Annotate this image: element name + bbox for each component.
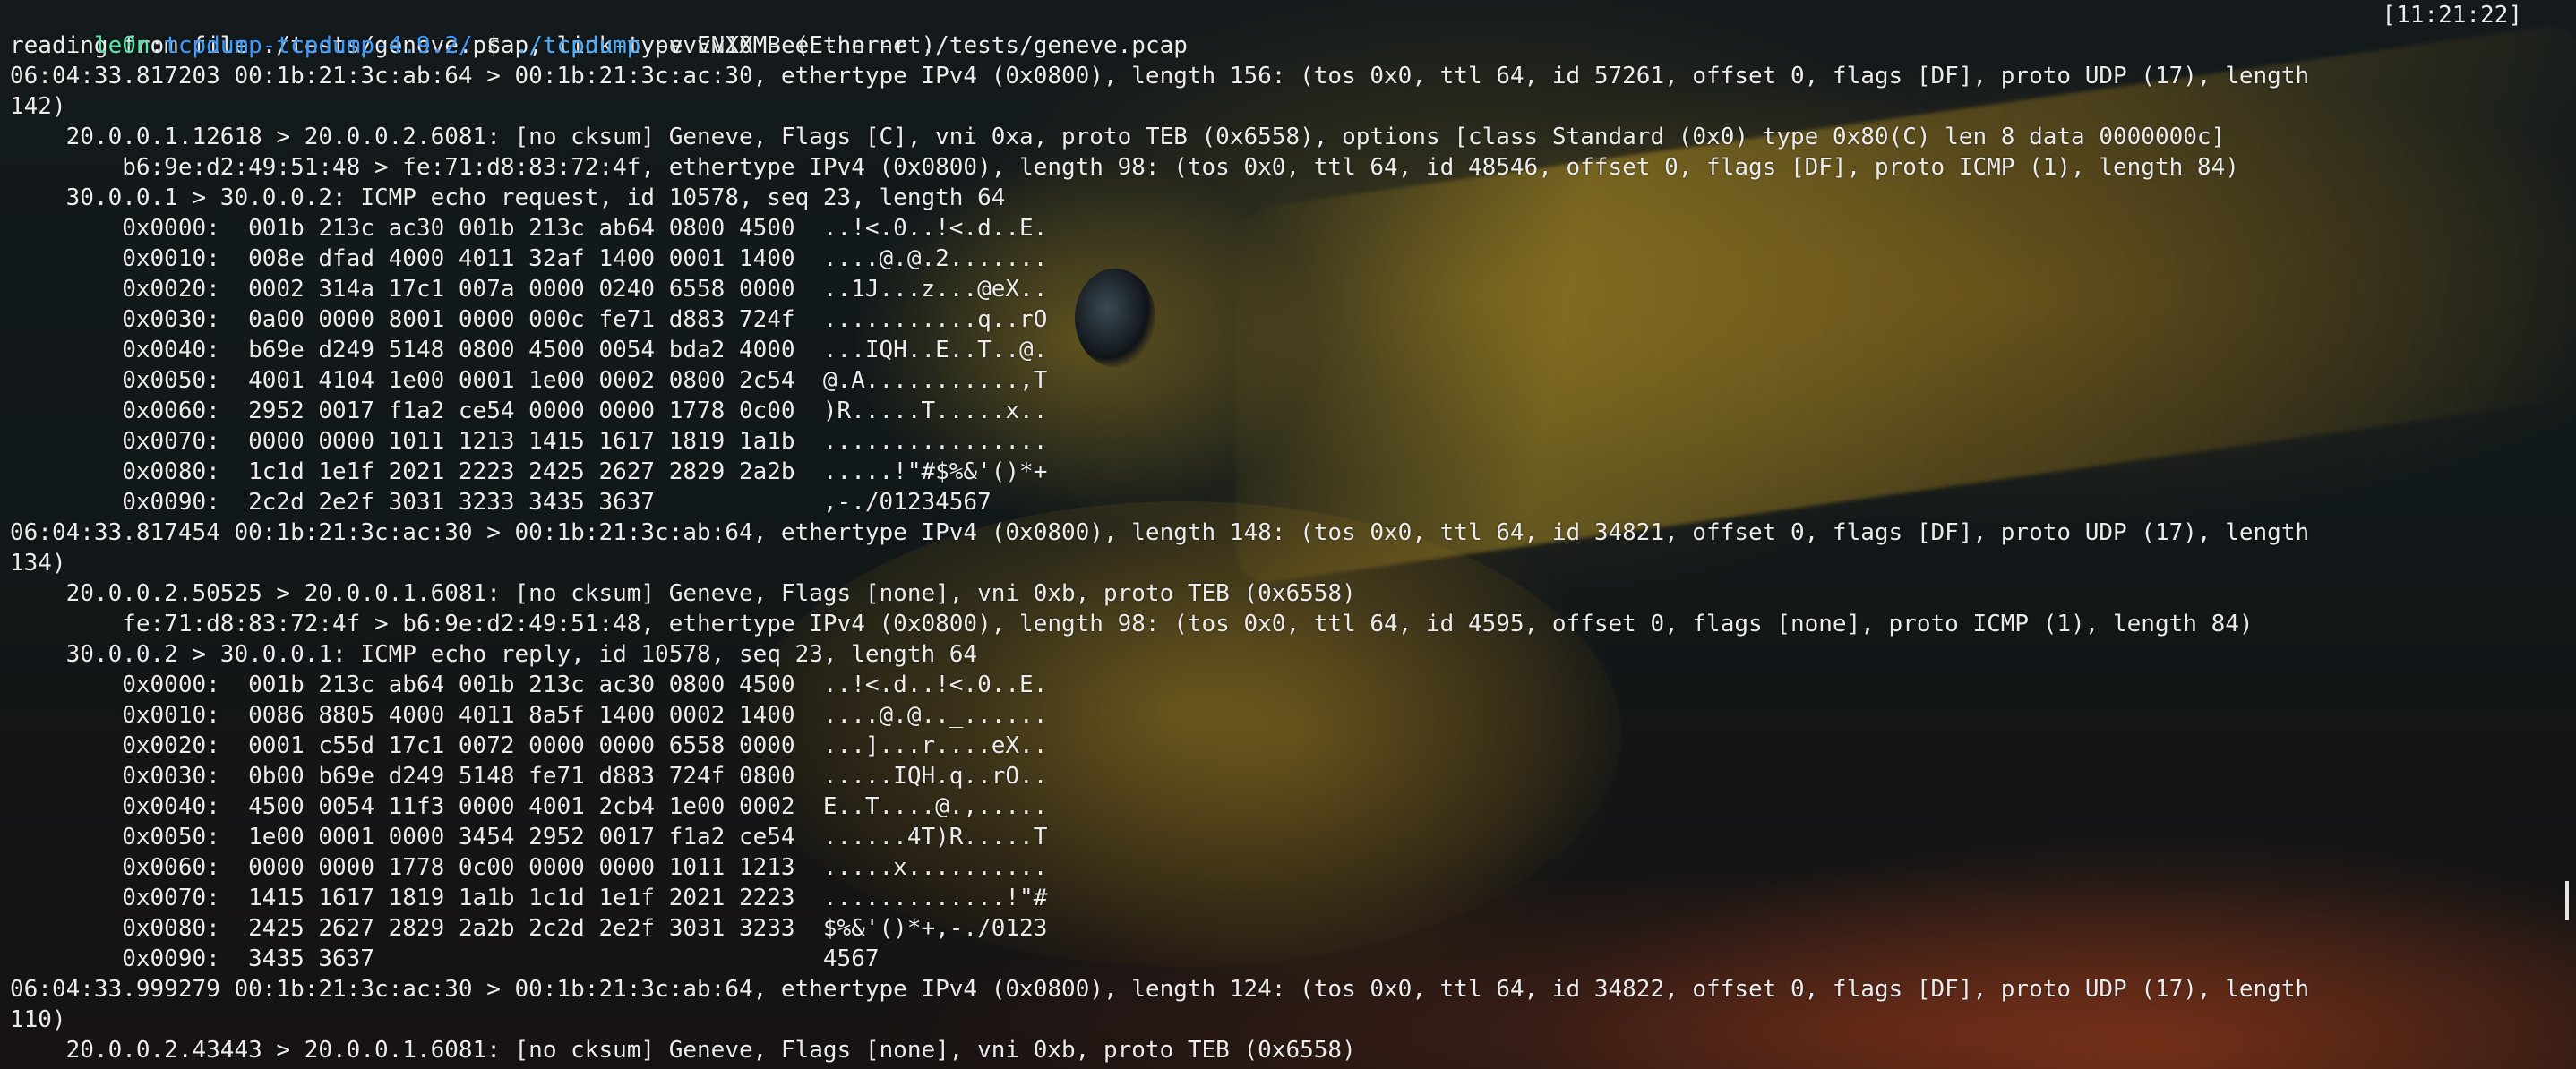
output-line: 0x0010: 008e dfad 4000 4011 32af 1400 00…	[10, 245, 1048, 272]
prompt-timestamp: [11:21:22]	[2382, 2, 2522, 29]
command-args: -vvvvXX -ee -nn -r ./tests/geneve.pcap	[640, 32, 1188, 59]
output-line: 06:04:33.999279 00:1b:21:3c:ac:30 > 00:1…	[10, 976, 2310, 1003]
scrollbar-thumb[interactable]	[2565, 881, 2569, 920]
output-line: 0x0010: 0086 8805 4000 4011 8a5f 1400 00…	[10, 702, 1048, 729]
prompt-path: tcpdump-tcpdump-4.9.2/	[164, 32, 473, 59]
output-line: 0x0000: 001b 213c ab64 001b 213c ac30 08…	[10, 671, 1048, 698]
output-line: 0x0030: 0b00 b69e d249 5148 fe71 d883 72…	[10, 763, 1048, 790]
output-line: 06:04:33.817203 00:1b:21:3c:ab:64 > 00:1…	[10, 63, 2310, 90]
output-line: 0x0050: 1e00 0001 0000 3454 2952 0017 f1…	[10, 824, 1048, 851]
output-line: 20.0.0.1.12618 > 20.0.0.2.6081: [no cksu…	[10, 124, 2226, 150]
terminal-window[interactable]: le0n:tcpdump-tcpdump-4.9.2/ $ ./tcpdump …	[0, 0, 2576, 1069]
output-line: 0x0040: b69e d249 5148 0800 4500 0054 bd…	[10, 337, 1048, 363]
output-line: 0x0000: 001b 213c ac30 001b 213c ab64 08…	[10, 215, 1048, 242]
output-line: 20.0.0.2.43443 > 20.0.0.1.6081: [no cksu…	[10, 1037, 1356, 1064]
output-line: fe:71:d8:83:72:4f > b6:9e:d2:49:51:48, e…	[10, 611, 2254, 637]
output-line: 0x0050: 4001 4104 1e00 0001 1e00 0002 08…	[10, 367, 1048, 394]
output-line: 0x0080: 1c1d 1e1f 2021 2223 2425 2627 28…	[10, 458, 1048, 485]
output-line: 0x0060: 2952 0017 f1a2 ce54 0000 0000 17…	[10, 398, 1048, 424]
output-line: 0x0070: 1415 1617 1819 1a1b 1c1d 1e1f 20…	[10, 885, 1048, 911]
output-line: 30.0.0.1 > 30.0.0.2: ICMP echo request, …	[10, 184, 1006, 211]
output-line: 0x0020: 0002 314a 17c1 007a 0000 0240 65…	[10, 276, 1048, 303]
prompt-symbol: $	[472, 32, 515, 59]
output-line: 0x0060: 0000 0000 1778 0c00 0000 0000 10…	[10, 854, 1048, 881]
output-line: 0x0020: 0001 c55d 17c1 0072 0000 0000 65…	[10, 732, 1048, 759]
terminal-output[interactable]: le0n:tcpdump-tcpdump-4.9.2/ $ ./tcpdump …	[10, 0, 2576, 1069]
command-name: ./tcpdump	[514, 32, 641, 59]
output-line: b6:9e:d2:49:51:48 > fe:71:d8:83:72:4f, e…	[10, 154, 2239, 181]
output-line: 30.0.0.2 > 30.0.0.1: ICMP echo reply, id…	[10, 641, 978, 668]
output-line: 142)	[10, 93, 66, 120]
output-line: 0x0070: 0000 0000 1011 1213 1415 1617 18…	[10, 428, 1048, 455]
output-line: 0x0080: 2425 2627 2829 2a2b 2c2d 2e2f 30…	[10, 915, 1048, 942]
scrollbar[interactable]	[2558, 0, 2571, 1069]
output-line: 0x0090: 3435 3637 4567	[10, 945, 880, 972]
output-line: 06:04:33.817454 00:1b:21:3c:ac:30 > 00:1…	[10, 519, 2310, 546]
output-line: 0x0030: 0a00 0000 8001 0000 000c fe71 d8…	[10, 306, 1048, 333]
command-output: reading from file ./tests/geneve.pcap, l…	[10, 30, 2576, 1065]
prompt-line: le0n:tcpdump-tcpdump-4.9.2/ $ ./tcpdump …	[10, 0, 2576, 59]
output-line: 20.0.0.2.50525 > 20.0.0.1.6081: [no cksu…	[10, 580, 1356, 607]
output-line: 134)	[10, 550, 66, 577]
output-line: 0x0090: 2c2d 2e2f 3031 3233 3435 3637 ,-…	[10, 489, 992, 516]
prompt-user: le0n	[93, 32, 150, 59]
output-line: 110)	[10, 1006, 66, 1033]
prompt-separator: :	[150, 32, 165, 59]
output-line: 0x0040: 4500 0054 11f3 0000 4001 2cb4 1e…	[10, 793, 1048, 820]
